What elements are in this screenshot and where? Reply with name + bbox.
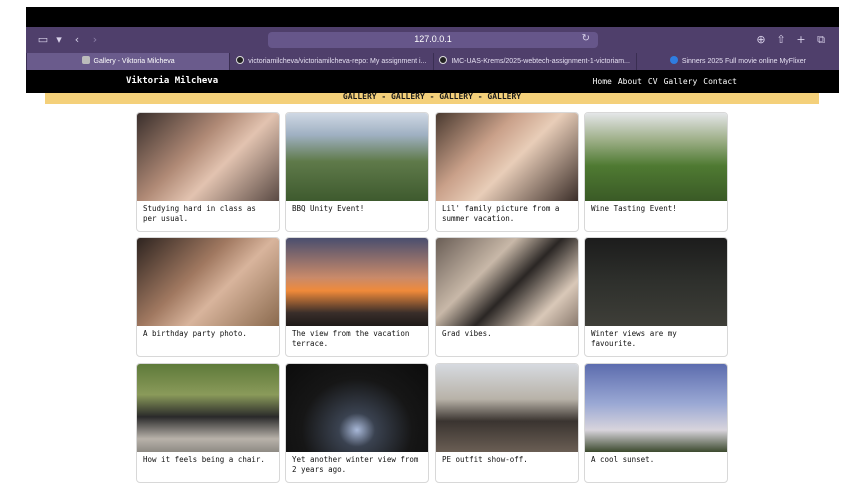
gallery-photo: [137, 113, 279, 201]
back-arrow-icon[interactable]: ‹: [70, 33, 84, 47]
gallery-photo: [137, 364, 279, 452]
gallery-card[interactable]: Grad vibes.: [435, 237, 579, 357]
myflixer-icon: [669, 56, 678, 64]
gallery-card[interactable]: The view from the vacation terrace.: [285, 237, 429, 357]
gallery-banner: GALLERY - GALLERY - GALLERY - GALLERY: [45, 92, 819, 104]
tab-label: Sinners 2025 Full movie online MyFlixer: [681, 58, 806, 65]
tab-github-repo[interactable]: victoriamilcheva/victoriamilcheva-repo: …: [229, 53, 432, 70]
gallery-card[interactable]: Wine Tasting Event!: [584, 112, 728, 232]
site-navbar: Viktoria Milcheva Home About CV Gallery …: [26, 70, 839, 93]
gallery-card[interactable]: A birthday party photo.: [136, 237, 280, 357]
gallery-photo: [286, 364, 428, 452]
gallery-photo: [585, 364, 727, 452]
gallery-caption: Lil' family picture from a summer vacati…: [442, 204, 560, 223]
nav-link-home[interactable]: Home: [593, 77, 612, 86]
gallery-card[interactable]: Studying hard in class as per usual.: [136, 112, 280, 232]
gallery-caption: A cool sunset.: [591, 455, 655, 464]
gallery-caption: Studying hard in class as per usual.: [143, 204, 256, 223]
tab-overview-icon[interactable]: ⧉: [814, 33, 828, 47]
gallery-photo: [436, 238, 578, 326]
tab-label: victoriamilcheva/victoriamilcheva-repo: …: [248, 58, 427, 65]
github-icon: [236, 56, 245, 64]
nav-links: Home About CV Gallery Contact: [593, 77, 737, 86]
tab-github-assignment[interactable]: IMC-UAS-Krems/2025-webtech-assignment-1-…: [432, 53, 636, 70]
address-text: 127.0.0.1: [414, 34, 452, 44]
banner-text: GALLERY - GALLERY - GALLERY - GALLERY: [342, 92, 522, 101]
chevron-down-icon[interactable]: ▾: [52, 33, 66, 47]
forward-arrow-icon[interactable]: ›: [88, 33, 102, 47]
nav-link-cv[interactable]: CV: [648, 77, 658, 86]
gallery-caption: Grad vibes.: [442, 329, 492, 338]
gallery-caption: Winter views are my favourite.: [591, 329, 677, 348]
share-icon[interactable]: ⇧: [774, 33, 788, 47]
browser-chrome: ▭ ▾ ‹ › 127.0.0.1 ↻ ⊕ ⇧ + ⧉ Gallery - Vi…: [26, 27, 839, 70]
browser-toolbar: ▭ ▾ ‹ › 127.0.0.1 ↻ ⊕ ⇧ + ⧉: [26, 27, 839, 53]
tab-label: Gallery - Viktoria Milcheva: [93, 58, 175, 65]
gallery-caption: PE outfit show-off.: [442, 455, 528, 464]
gallery-card[interactable]: PE outfit show-off.: [435, 363, 579, 483]
gallery-photo: [436, 113, 578, 201]
gallery-caption: Wine Tasting Event!: [591, 204, 677, 213]
gallery-caption: How it feels being a chair.: [143, 455, 265, 464]
download-icon[interactable]: ⊕: [754, 33, 768, 47]
gallery-caption: Yet another winter view from 2 years ago…: [292, 455, 419, 474]
tab-bar: Gallery - Viktoria Milcheva victoriamilc…: [26, 53, 839, 70]
gallery-card[interactable]: Winter views are my favourite.: [584, 237, 728, 357]
site-brand[interactable]: Viktoria Milcheva: [126, 76, 218, 86]
gallery-photo: [585, 238, 727, 326]
gallery-photo: [286, 113, 428, 201]
reload-icon[interactable]: ↻: [582, 33, 590, 44]
github-icon: [439, 56, 448, 64]
gallery-card[interactable]: Lil' family picture from a summer vacati…: [435, 112, 579, 232]
nav-link-about[interactable]: About: [618, 77, 642, 86]
new-tab-icon[interactable]: +: [794, 33, 808, 47]
gallery-photo: [286, 238, 428, 326]
gallery-photo: [585, 113, 727, 201]
top-black-strip: [26, 7, 839, 27]
gallery-caption: A birthday party photo.: [143, 329, 247, 338]
page-icon: [81, 56, 90, 64]
gallery-card[interactable]: How it feels being a chair.: [136, 363, 280, 483]
address-bar[interactable]: 127.0.0.1 ↻: [268, 32, 598, 48]
tab-myflixer[interactable]: Sinners 2025 Full movie online MyFlixer: [635, 53, 839, 70]
nav-link-gallery[interactable]: Gallery: [664, 77, 698, 86]
gallery-card[interactable]: A cool sunset.: [584, 363, 728, 483]
tab-gallery[interactable]: Gallery - Viktoria Milcheva: [26, 53, 230, 70]
sidebar-toggle-icon[interactable]: ▭: [36, 33, 50, 47]
gallery-photo: [436, 364, 578, 452]
gallery-caption: BBQ Unity Event!: [292, 204, 365, 213]
gallery-card[interactable]: BBQ Unity Event!: [285, 112, 429, 232]
tab-label: IMC-UAS-Krems/2025-webtech-assignment-1-…: [451, 58, 630, 65]
nav-link-contact[interactable]: Contact: [703, 77, 737, 86]
gallery-caption: The view from the vacation terrace.: [292, 329, 410, 348]
gallery-photo: [137, 238, 279, 326]
gallery-card[interactable]: Yet another winter view from 2 years ago…: [285, 363, 429, 483]
